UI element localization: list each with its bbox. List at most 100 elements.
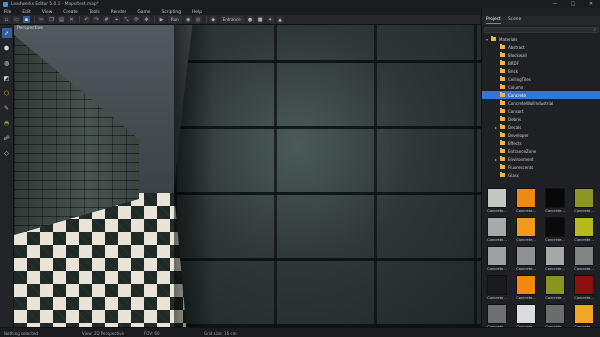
material-label: Concrete...: [516, 209, 536, 213]
tree-item[interactable]: CeilingTiles: [482, 75, 600, 83]
material-thumbnail[interactable]: Concrete...: [514, 246, 538, 271]
material-thumbnail[interactable]: Concrete...: [543, 275, 567, 300]
light-icon[interactable]: ✦: [266, 16, 274, 23]
asset-search-input[interactable]: ⌕: [484, 27, 599, 33]
menu-edit[interactable]: Edit: [22, 10, 31, 15]
3d-viewport[interactable]: Perspective: [14, 25, 481, 327]
brush-tool-icon[interactable]: ✎: [2, 103, 12, 113]
material-thumbnail[interactable]: Concrete...: [514, 188, 538, 213]
material-thumbnail[interactable]: Concrete...: [572, 304, 596, 329]
tree-item[interactable]: Column: [482, 83, 600, 91]
material-thumbnail[interactable]: Concrete...: [572, 275, 596, 300]
open-folder-icon[interactable]: ▭: [13, 16, 20, 23]
material-swatch: [545, 217, 565, 237]
material-thumbnail[interactable]: Concrete...: [543, 188, 567, 213]
undo-icon[interactable]: ↶: [83, 16, 90, 23]
tree-item-label: Effects: [508, 140, 522, 146]
grid-icon[interactable]: #: [103, 16, 110, 23]
material-thumbnail[interactable]: Concrete...: [572, 188, 596, 213]
tree-item[interactable]: Developer: [482, 131, 600, 139]
new-file-icon[interactable]: ▫: [3, 16, 10, 23]
tree-item[interactable]: Consort: [482, 107, 600, 115]
expand-arrow-icon[interactable]: ▸: [495, 125, 499, 130]
select-tool-icon[interactable]: ➚: [1, 28, 12, 38]
material-thumbnail[interactable]: Concrete...: [572, 246, 596, 271]
paste-icon[interactable]: ▤: [58, 16, 65, 23]
terrain-tool-icon[interactable]: ◓: [2, 118, 12, 128]
redo-icon[interactable]: ↷: [93, 16, 100, 23]
copy-icon[interactable]: ❐: [48, 16, 55, 23]
tree-item[interactable]: ▸ Environment: [482, 155, 600, 163]
tree-item[interactable]: Blockwall: [482, 51, 600, 59]
menu-scripting[interactable]: Scripting: [161, 10, 181, 15]
material-thumbnail[interactable]: Concrete...: [485, 275, 509, 300]
menu-view[interactable]: View: [42, 10, 52, 15]
tree-item[interactable]: Debris: [482, 115, 600, 123]
material-thumbnail[interactable]: Concrete...: [543, 304, 567, 329]
run-dropdown[interactable]: Run: [168, 16, 182, 23]
save-icon[interactable]: ▪: [23, 16, 30, 23]
material-icon[interactable]: ◆: [209, 16, 217, 23]
close-button[interactable]: ✕: [582, 0, 600, 8]
vertex-tool-icon[interactable]: ⬡: [2, 88, 12, 98]
entity-tool-icon[interactable]: ⬢: [2, 43, 12, 53]
node-tool-icon[interactable]: ☍: [2, 133, 12, 143]
tree-item[interactable]: BRDF: [482, 59, 600, 67]
menu-file[interactable]: File: [4, 10, 11, 15]
material-thumbnail[interactable]: Concrete...: [514, 275, 538, 300]
menu-render[interactable]: Render: [111, 10, 127, 15]
expand-arrow-icon[interactable]: ▸: [495, 157, 499, 162]
tree-item[interactable]: ▾ Materials: [482, 35, 600, 43]
face-tool-icon[interactable]: ◩: [2, 73, 12, 83]
camera-icon[interactable]: ◉: [184, 16, 192, 23]
scale-icon[interactable]: ⤡: [123, 16, 130, 23]
paint-tool-icon[interactable]: ◍: [2, 58, 12, 68]
tree-item-label: Decals: [508, 124, 522, 130]
snap-icon[interactable]: ⌖: [113, 16, 120, 23]
minimize-button[interactable]: —: [546, 0, 564, 8]
waypoint-tool-icon[interactable]: ◇: [2, 148, 12, 158]
play-icon[interactable]: ▶: [158, 16, 165, 23]
tree-item[interactable]: Abstract: [482, 43, 600, 51]
menu-create[interactable]: Create: [63, 10, 78, 15]
box-icon[interactable]: ■: [256, 16, 264, 23]
menu-game[interactable]: Game: [137, 10, 150, 15]
material-dropdown[interactable]: Entrance: [219, 16, 244, 23]
move-icon[interactable]: ✥: [143, 16, 150, 23]
menu-help[interactable]: Help: [192, 10, 202, 15]
window-title: Leadwerks Editor 5.0.1 - Maps/test.map*: [11, 1, 99, 7]
material-thumbnail[interactable]: Concrete...: [572, 217, 596, 242]
asset-panel: Project Scene ⌕ ▾ Materials Abstract Blockw…: [481, 8, 600, 329]
tree-item[interactable]: Fluorescents: [482, 163, 600, 171]
material-thumbnail[interactable]: Concrete...: [485, 188, 509, 213]
maximize-button[interactable]: □: [564, 0, 582, 8]
rotate-icon[interactable]: ⟳: [133, 16, 140, 23]
folder-icon: [500, 148, 505, 153]
terrain-icon[interactable]: ▲: [276, 16, 284, 23]
material-thumbnail[interactable]: Concrete...: [485, 246, 509, 271]
tree-item[interactable]: ConcreteWallIndustrial: [482, 99, 600, 107]
sphere-icon[interactable]: ●: [246, 16, 254, 23]
tree-item[interactable]: Effects: [482, 139, 600, 147]
material-thumbnail[interactable]: Concrete...: [514, 217, 538, 242]
tree-item[interactable]: EntranceZone: [482, 147, 600, 155]
material-thumbnail[interactable]: Concrete...: [485, 304, 509, 329]
material-thumbnail[interactable]: Concrete...: [543, 217, 567, 242]
tab-project[interactable]: Project: [486, 17, 501, 24]
tree-item[interactable]: Brick: [482, 67, 600, 75]
material-label: Concrete...: [487, 238, 507, 242]
title-bar: Leadwerks Editor 5.0.1 - Maps/test.map*: [0, 0, 600, 8]
material-thumbnail[interactable]: Concrete...: [485, 217, 509, 242]
tree-item[interactable]: ▸ Decals: [482, 123, 600, 131]
expand-arrow-icon[interactable]: ▾: [486, 37, 490, 42]
tree-item[interactable]: Concrete: [482, 91, 600, 99]
tree-item-label: EntranceZone: [508, 148, 537, 154]
tab-scene[interactable]: Scene: [508, 17, 521, 24]
tree-item[interactable]: Glass: [482, 171, 600, 179]
material-thumbnail[interactable]: Concrete...: [514, 304, 538, 329]
eye-icon[interactable]: ◎: [194, 16, 202, 23]
delete-icon[interactable]: ✕: [68, 16, 75, 23]
menu-tools[interactable]: Tools: [89, 10, 100, 15]
cut-icon[interactable]: ✂: [38, 16, 45, 23]
material-thumbnail[interactable]: Concrete...: [543, 246, 567, 271]
